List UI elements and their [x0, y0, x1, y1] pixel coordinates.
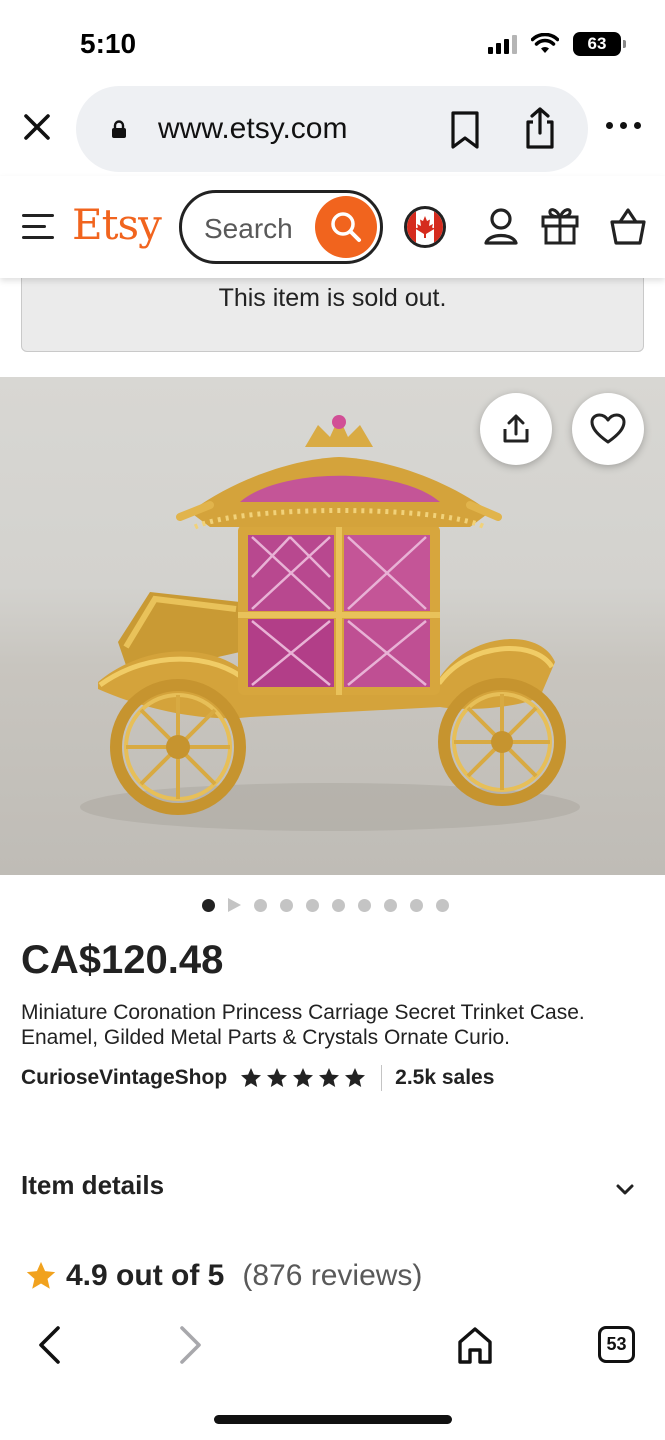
product-image[interactable] — [0, 377, 665, 875]
search-button[interactable] — [315, 196, 377, 258]
search-placeholder: Search — [204, 213, 293, 244]
star-icon — [345, 1068, 366, 1087]
url-text: www.etsy.com — [158, 112, 348, 145]
chevron-down-icon — [616, 1184, 634, 1195]
more-icon[interactable] — [606, 122, 646, 132]
share-icon[interactable] — [522, 106, 558, 150]
review-count: (876 reviews) — [242, 1259, 423, 1292]
reviews-summary[interactable]: 4.9 out of 5 (876 reviews) — [24, 1256, 422, 1296]
battery-icon: 63 — [573, 32, 626, 56]
image-carousel-dots[interactable] — [202, 897, 449, 913]
product-title: Miniature Coronation Princess Carriage S… — [21, 1001, 585, 1049]
star-icon — [319, 1068, 340, 1087]
status-time: 5:10 — [80, 28, 137, 59]
browser-bottom-bar: 53 — [0, 1302, 665, 1440]
carousel-dot[interactable] — [358, 898, 371, 912]
carousel-dot[interactable] — [332, 898, 345, 912]
star-icon — [293, 1068, 314, 1087]
wifi-icon — [531, 33, 559, 53]
carousel-dot[interactable] — [410, 898, 423, 912]
heart-icon — [590, 413, 626, 444]
product-price: CA$120.48 — [21, 938, 224, 982]
video-indicator-icon[interactable] — [228, 898, 241, 912]
home-icon[interactable] — [456, 1324, 494, 1366]
status-bar: 5:10 63 — [0, 0, 665, 86]
shop-row: CurioseVintageShop 2.5k sales — [21, 1065, 494, 1091]
carousel-dot[interactable] — [436, 898, 449, 912]
item-details-label: Item details — [21, 1170, 165, 1200]
search-input[interactable]: Search — [179, 190, 383, 264]
tabs-icon[interactable]: 53 — [598, 1326, 635, 1363]
star-icon — [267, 1068, 288, 1087]
home-indicator — [214, 1415, 452, 1424]
address-bar[interactable]: www.etsy.com — [76, 86, 588, 172]
signal-icon — [488, 34, 517, 54]
user-icon[interactable] — [483, 206, 519, 246]
status-icons: 63 — [488, 32, 626, 56]
star-icon — [26, 1261, 56, 1289]
sold-out-text: This item is sold out. — [218, 284, 447, 312]
back-icon[interactable] — [36, 1324, 62, 1366]
gift-icon[interactable] — [540, 204, 580, 246]
bookmark-icon[interactable] — [448, 110, 482, 150]
carousel-dot[interactable] — [280, 898, 293, 912]
cart-icon[interactable] — [608, 206, 648, 246]
forward-icon[interactable] — [178, 1324, 204, 1366]
carousel-dot[interactable] — [202, 898, 215, 912]
battery-level: 63 — [587, 34, 607, 53]
star-icon — [241, 1068, 262, 1087]
rating-text: 4.9 out of 5 — [66, 1259, 225, 1292]
shop-rating-stars — [239, 1066, 367, 1090]
tabs-count: 53 — [606, 1334, 627, 1354]
etsy-header: Etsy Search — [0, 176, 665, 278]
browser-toolbar: www.etsy.com — [0, 84, 665, 174]
menu-icon[interactable] — [22, 214, 54, 240]
share-icon — [503, 414, 529, 443]
carriage-illustration — [80, 415, 580, 831]
divider — [381, 1065, 383, 1091]
carousel-dot[interactable] — [306, 898, 319, 912]
favorite-button[interactable] — [572, 393, 644, 465]
shop-name-link[interactable]: CurioseVintageShop — [21, 1066, 227, 1090]
carousel-dot[interactable] — [384, 898, 397, 912]
share-item-button[interactable] — [480, 393, 552, 465]
close-icon[interactable] — [20, 110, 54, 144]
canada-flag-icon[interactable] — [404, 206, 446, 248]
etsy-logo[interactable]: Etsy — [72, 200, 162, 249]
item-details-toggle[interactable]: Item details — [21, 1170, 645, 1210]
sales-count: 2.5k sales — [395, 1066, 495, 1089]
search-icon — [331, 212, 361, 242]
lock-icon — [112, 120, 126, 138]
carousel-dot[interactable] — [254, 898, 267, 912]
